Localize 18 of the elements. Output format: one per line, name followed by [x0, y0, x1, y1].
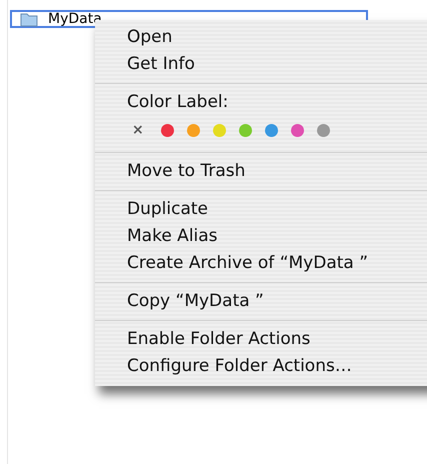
menu-item[interactable]: Duplicate [95, 196, 427, 223]
menu-item[interactable]: Move to Trash [95, 158, 427, 185]
color-label-dot[interactable] [212, 124, 226, 136]
menu-item[interactable]: Enable Folder Actions [95, 326, 427, 353]
color-label-dot[interactable] [186, 124, 200, 136]
color-label-dot[interactable] [290, 124, 304, 136]
menu-heading: Color Label: [126, 91, 230, 114]
menu-item[interactable]: Configure Folder Actions… [95, 353, 427, 380]
menu-item[interactable]: Create Archive of “MyData ” [95, 250, 427, 277]
menu-item[interactable]: Copy “MyData ” [95, 288, 427, 315]
menu-item[interactable]: Get Info [95, 51, 427, 78]
color-label-dot[interactable] [316, 124, 330, 136]
menu-item[interactable]: Make Alias [95, 223, 427, 250]
color-label-dot[interactable] [160, 124, 174, 136]
color-label-dot[interactable] [238, 124, 252, 136]
no-label-option[interactable]: × [132, 122, 144, 138]
color-label-dot[interactable] [264, 124, 278, 136]
folder-icon [20, 11, 38, 27]
